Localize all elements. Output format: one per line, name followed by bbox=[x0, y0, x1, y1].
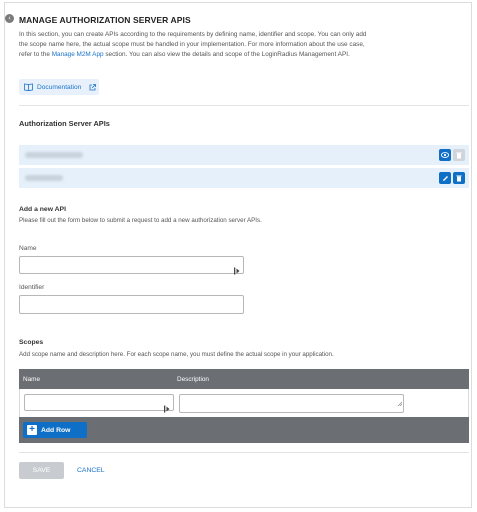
back-icon[interactable]: ‹ bbox=[5, 14, 14, 23]
resize-handle-icon[interactable] bbox=[397, 393, 403, 411]
redacted-api-name bbox=[25, 152, 83, 158]
apis-heading: Authorization Server APIs bbox=[19, 119, 110, 128]
content-panel: ‹ MANAGE AUTHORIZATION SERVER APIS In th… bbox=[4, 2, 472, 508]
trash-icon bbox=[453, 149, 465, 161]
name-input[interactable] bbox=[19, 256, 244, 275]
redacted-api-name bbox=[25, 175, 63, 181]
password-manager-icon[interactable] bbox=[164, 399, 170, 412]
divider bbox=[19, 452, 469, 453]
scope-name-input[interactable] bbox=[24, 394, 174, 412]
scope-description-textarea[interactable] bbox=[179, 394, 404, 413]
add-api-description: Please fill out the form below to submit… bbox=[19, 217, 262, 224]
scopes-description: Add scope name and description here. For… bbox=[19, 351, 334, 358]
add-row-label: Add Row bbox=[41, 426, 71, 434]
manage-m2m-link[interactable]: Manage M2M App bbox=[52, 51, 104, 58]
trash-icon[interactable] bbox=[453, 172, 465, 184]
add-row-button[interactable]: + Add Row bbox=[23, 422, 87, 438]
scopes-table-footer: + Add Row bbox=[19, 417, 469, 443]
eye-icon[interactable] bbox=[439, 149, 451, 161]
password-manager-icon[interactable] bbox=[234, 262, 240, 275]
table-row bbox=[19, 389, 469, 417]
external-link-icon bbox=[89, 83, 97, 91]
documentation-label: Documentation bbox=[37, 83, 82, 91]
intro-text: In this section, you can create APIs acc… bbox=[19, 30, 369, 60]
cancel-button[interactable]: CANCEL bbox=[77, 467, 105, 474]
scopes-table: Name Description + Add Row bbox=[19, 369, 469, 443]
api-row[interactable] bbox=[19, 145, 469, 165]
api-row[interactable] bbox=[19, 168, 469, 188]
divider bbox=[19, 105, 469, 106]
intro-text-post: section. You can also view the details a… bbox=[103, 51, 350, 58]
name-label: Name bbox=[19, 245, 37, 252]
add-api-heading: Add a new API bbox=[19, 206, 66, 213]
plus-icon: + bbox=[27, 425, 37, 435]
identifier-input[interactable] bbox=[19, 295, 244, 314]
scopes-table-header: Name Description bbox=[19, 369, 469, 389]
column-header-description: Description bbox=[177, 376, 209, 383]
scopes-heading: Scopes bbox=[19, 339, 44, 346]
save-button[interactable]: SAVE bbox=[19, 462, 64, 479]
book-icon bbox=[24, 83, 33, 91]
documentation-button[interactable]: Documentation bbox=[19, 79, 99, 95]
identifier-label: Identifier bbox=[19, 284, 45, 291]
pencil-icon[interactable] bbox=[439, 172, 451, 184]
page-title: MANAGE AUTHORIZATION SERVER APIS bbox=[19, 15, 191, 25]
column-header-name: Name bbox=[23, 376, 41, 383]
